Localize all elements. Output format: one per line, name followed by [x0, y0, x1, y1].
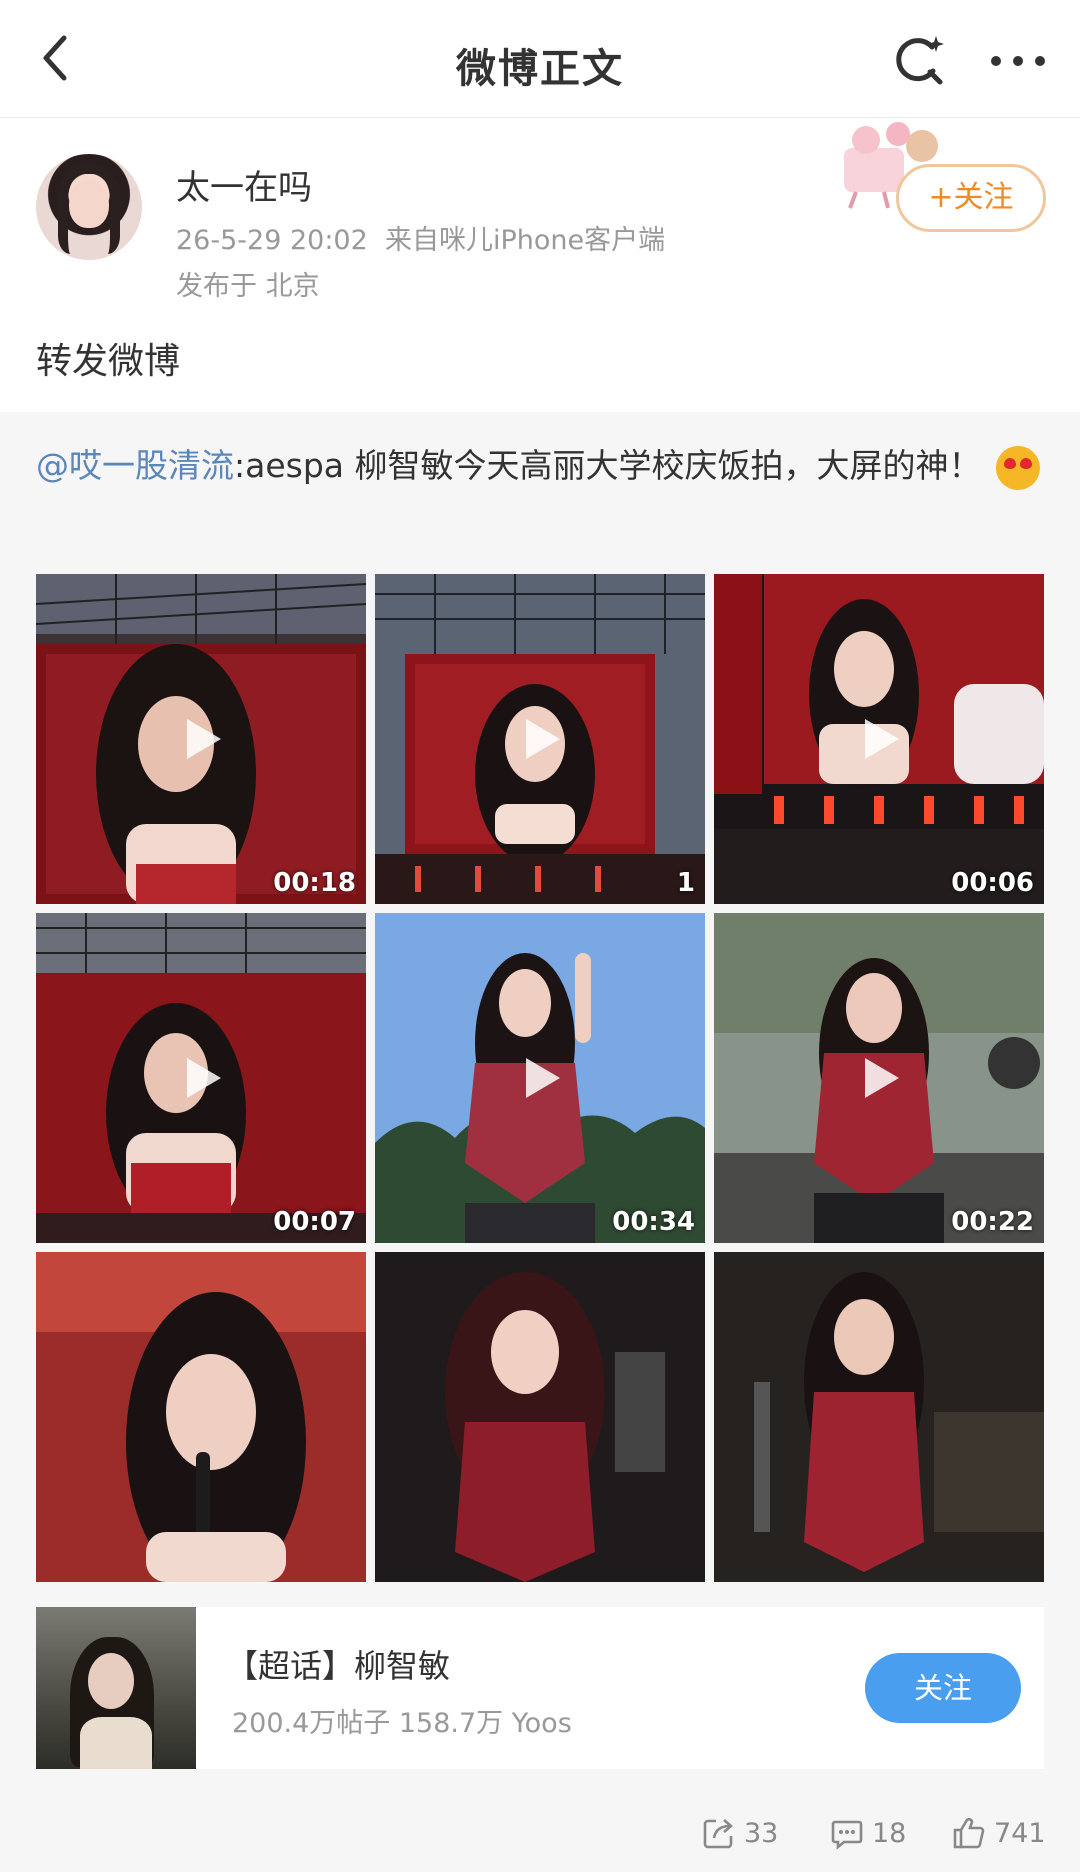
- play-icon: [187, 1058, 221, 1098]
- like-button[interactable]: 741: [952, 1814, 1062, 1854]
- more-button[interactable]: [982, 30, 1054, 92]
- play-icon: [187, 719, 221, 759]
- post-time: 26-5-29 20:02: [176, 225, 368, 256]
- topic-follow-button[interactable]: 关注: [865, 1653, 1021, 1723]
- video-duration: 00:06: [951, 868, 1034, 898]
- media-grid: 00:18 1 00:06 00:07 00:34 00:22: [36, 574, 1044, 1582]
- thumbs-up-icon: [953, 1817, 985, 1849]
- page: 微博正文 太一在吗 26-5-29 20:02 来自咪儿iPhone客户端 发布…: [0, 0, 1080, 1872]
- video-duration: 00:07: [273, 1207, 356, 1237]
- action-bar: 33 18 741: [0, 1796, 1080, 1872]
- photo-thumbnail[interactable]: [375, 1252, 705, 1582]
- play-icon: [526, 719, 560, 759]
- reposted-text: @哎一股清流:aespa 柳智敏今天高丽大学校庆饭拍，大屏的神！: [36, 438, 1046, 494]
- like-count: 741: [994, 1818, 1046, 1849]
- play-icon: [526, 1058, 560, 1098]
- video-thumbnail[interactable]: 00:22: [714, 913, 1044, 1243]
- video-thumbnail[interactable]: 00:34: [375, 913, 705, 1243]
- reposted-body: :aespa 柳智敏今天高丽大学校庆饭拍，大屏的神！: [234, 446, 982, 485]
- photo-thumbnail[interactable]: [714, 1252, 1044, 1582]
- reposted-weibo[interactable]: @哎一股清流:aespa 柳智敏今天高丽大学校庆饭拍，大屏的神！ 00:18 1…: [0, 412, 1080, 1872]
- play-icon: [865, 1058, 899, 1098]
- video-thumbnail[interactable]: 00:06: [714, 574, 1044, 904]
- video-thumbnail[interactable]: 00:07: [36, 913, 366, 1243]
- top-nav-bar: 微博正文: [0, 0, 1080, 118]
- video-thumbnail[interactable]: 00:18: [36, 574, 366, 904]
- photo-thumbnail[interactable]: [36, 1252, 366, 1582]
- avatar[interactable]: [36, 154, 142, 260]
- post-text: 转发微博: [36, 341, 181, 382]
- video-duration: 1: [676, 868, 695, 898]
- heart-eyes-emoji-icon: [995, 445, 1040, 490]
- play-icon: [865, 719, 899, 759]
- post-location: 发布于 北京: [176, 271, 320, 302]
- follow-button[interactable]: +关注: [896, 164, 1046, 232]
- comment-icon: [831, 1820, 863, 1850]
- post-meta: 26-5-29 20:02 来自咪儿iPhone客户端: [176, 218, 665, 257]
- comment-count: 18: [872, 1818, 907, 1849]
- topic-stats: 200.4万帖子 158.7万 Yoos: [232, 1708, 572, 1739]
- video-duration: 00:18: [273, 868, 356, 898]
- search-button[interactable]: [888, 30, 950, 92]
- comment-button[interactable]: 18: [830, 1814, 920, 1854]
- video-duration: 00:34: [612, 1207, 695, 1237]
- post-source: 来自咪儿iPhone客户端: [384, 225, 666, 256]
- repost-button[interactable]: 33: [702, 1814, 802, 1854]
- repost-count: 33: [744, 1818, 779, 1849]
- username[interactable]: 太一在吗: [176, 160, 312, 209]
- video-thumbnail[interactable]: 1: [375, 574, 705, 904]
- video-duration: 00:22: [951, 1207, 1034, 1237]
- topic-thumbnail: [36, 1607, 196, 1769]
- repost-icon: [703, 1819, 733, 1849]
- topic-title: 【超话】柳智敏: [226, 1647, 451, 1685]
- super-topic-card[interactable]: 【超话】柳智敏 200.4万帖子 158.7万 Yoos 关注: [36, 1607, 1044, 1769]
- more-icon: [991, 56, 1045, 66]
- mention-link[interactable]: @哎一股清流: [36, 446, 234, 485]
- post-header: 太一在吗 26-5-29 20:02 来自咪儿iPhone客户端 发布于 北京 …: [0, 118, 1080, 302]
- search-icon: [896, 36, 944, 85]
